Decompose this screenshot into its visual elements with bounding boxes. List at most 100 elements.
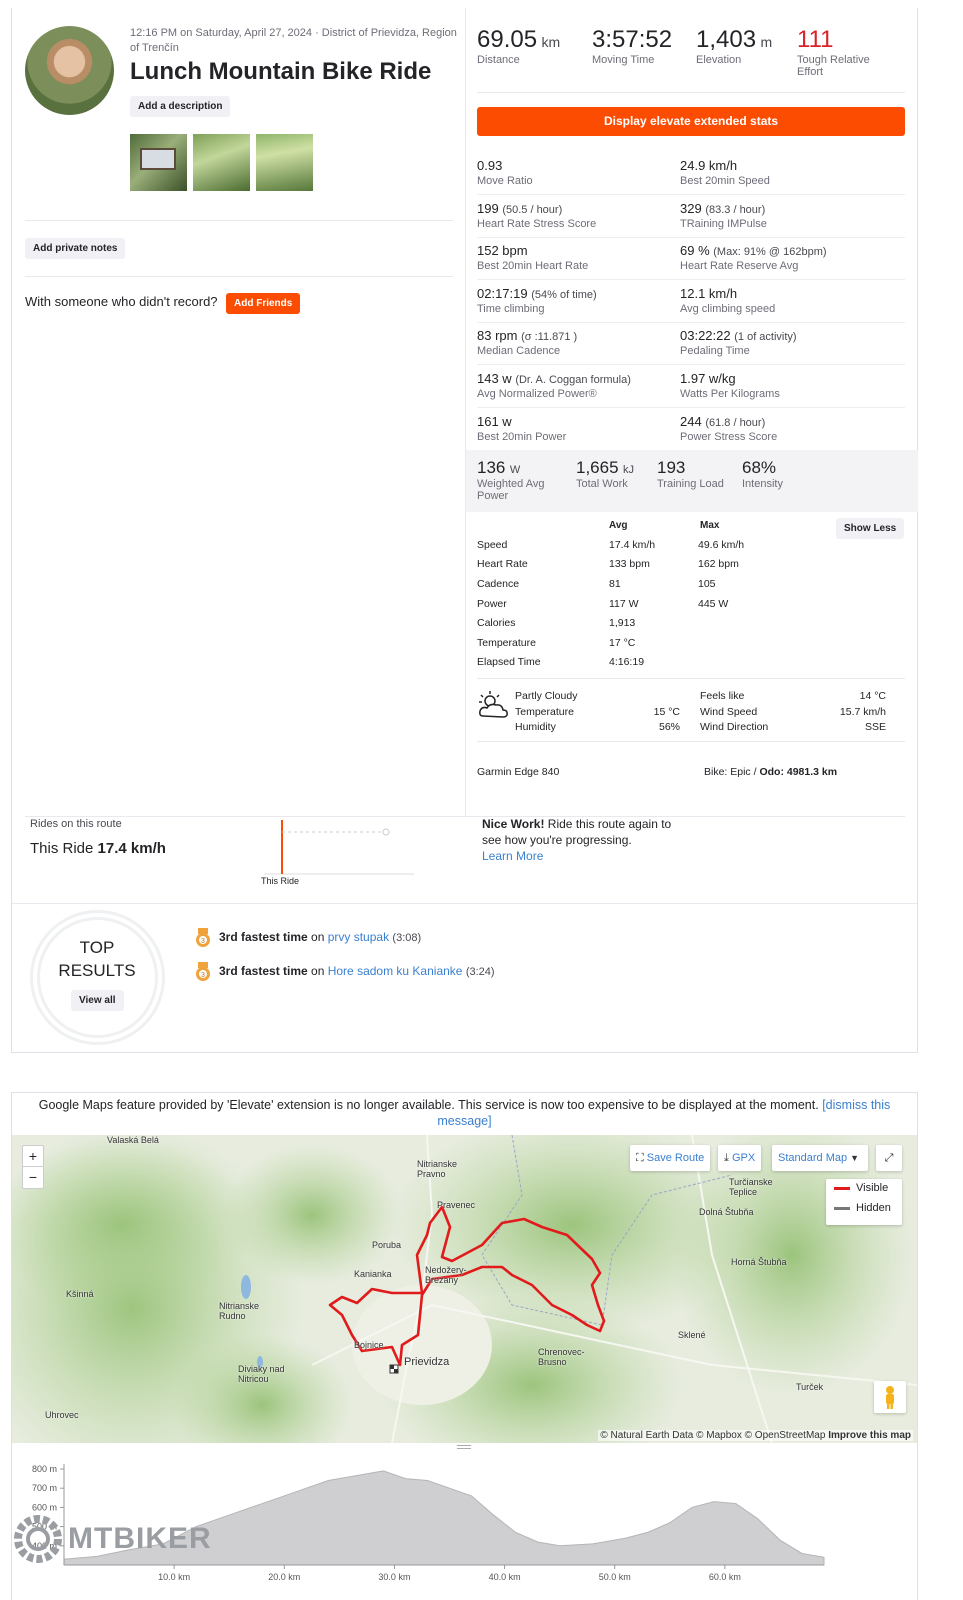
with-someone-text: With someone who didn't record? [25,294,218,309]
x-tick-label: 30.0 km [378,1572,410,1582]
segment-link[interactable]: Hore sadom ku Kanianke [328,964,463,978]
stat-label: Elevation [696,54,742,66]
stat-relative-effort[interactable]: 111 Tough Relative Effort [797,26,887,78]
extended-stat: 1.97 w/kg Watts Per Kilograms [680,371,890,400]
gpx-button[interactable]: ⤓ GPX [718,1145,762,1171]
elevate-extended-stats-button[interactable]: Display elevate extended stats [477,107,905,136]
page-title: Lunch Mountain Bike Ride [130,58,432,85]
photo-thumbnail[interactable] [193,134,250,191]
row-max: 105 [698,577,716,590]
watermark-text: MTBIKER [68,1522,212,1555]
row-max [698,613,788,633]
add-friends-button[interactable]: Add Friends [226,293,301,314]
street-view-pegman-icon[interactable] [874,1381,906,1413]
map-place-label: Uhrovec [45,1410,79,1420]
weather-humidity-value: 56% [658,721,680,733]
stat-label: Weighted Avg Power [477,478,545,502]
bike-info: Bike: Epic / Odo: 4981.3 km [704,766,837,778]
row-name: Temperature [477,636,536,649]
segment-link[interactable]: prvy stupak [328,930,389,944]
row-name: Heart Rate [477,558,528,571]
stat-value: 111 [797,26,834,53]
map-place-label: Turčianske Teplice [729,1177,773,1197]
table-row: Cadence 81 105 [477,574,788,594]
stat-value: 3:57:52 [592,26,673,53]
show-less-button[interactable]: Show Less [836,518,905,539]
save-route-button[interactable]: ⛶ Save Route [630,1145,711,1171]
x-tick-label: 40.0 km [489,1572,521,1582]
medal-icon: 3 [195,962,211,982]
extended-stat-value: 02:17:19 (54% of time) [477,285,597,301]
route-this-ride-label: This Ride [30,840,94,857]
map-place-label: Poruba [372,1240,402,1250]
route-this-ride: This Ride 17.4 km/h [30,840,166,857]
nice-work-text: Nice Work! Ride this route again to see … [482,816,672,864]
extended-stat-label: Best 20min Speed [680,175,770,187]
extended-stat-value: 199 (50.5 / hour) [477,200,563,216]
extended-stat: 0.93 Move Ratio [477,158,687,187]
map-attribution: © Natural Earth Data © Mapbox © OpenStre… [598,1430,913,1441]
row-max: 162 bpm [698,558,739,571]
weather-dir-label: Wind Direction [700,721,769,733]
route-speed: 17.4 km/h [97,840,166,857]
improve-map-link[interactable]: Improve this map [828,1430,911,1441]
avatar[interactable] [25,26,114,115]
extended-stats-row: 199 (50.5 / hour) Heart Rate Stress Score… [477,195,905,238]
avg-header: Avg [609,520,628,531]
photo-thumbnail[interactable] [256,134,313,191]
stat-intensity: 68% Intensity [742,458,783,490]
map-style-select[interactable]: Standard Map ▼ [772,1145,868,1171]
achievement-item: 3 3rd fastest time on prvy stupak (3:08) [195,928,421,948]
add-private-notes-button[interactable]: Add private notes [25,238,126,259]
extended-stat-value: 143 w (Dr. A. Coggan formula) [477,371,631,386]
stat-label: Distance [477,54,520,66]
extended-stat: 244 (61.8 / hour) Power Stress Score [680,414,890,443]
extended-stat: 12.1 km/h Avg climbing speed [680,286,890,315]
zoom-in-button[interactable]: + [23,1146,43,1167]
stat-weighted-avg-power: 136 W Weighted Avg Power [477,458,567,502]
row-name: Speed [477,538,508,551]
extended-stat-label: Avg Normalized Power® [477,388,597,400]
extended-stat: 02:17:19 (54% of time) Time climbing [477,286,687,315]
y-tick-label: 700 m [32,1483,57,1493]
legend-visible-label: Visible [856,1182,889,1194]
photo-thumbnail[interactable] [130,134,187,191]
learn-more-link[interactable]: Learn More [482,849,543,863]
x-tick-label: 60.0 km [709,1572,741,1582]
extended-stat-value: 24.9 km/h [680,158,738,173]
row-avg: 133 bpm [609,558,650,571]
map-place-label: Chrenovec-Brusno [538,1347,585,1367]
map-notice: Google Maps feature provided by 'Elevate… [22,1097,907,1129]
extended-stats-row: 161 w Best 20min Power 244 (61.8 / hour) P… [477,408,905,451]
save-route-label: Save Route [646,1152,705,1164]
extended-stats-row: 02:17:19 (54% of time) Time climbing 12.1 … [477,280,905,323]
extended-stat: 329 (83.3 / hour) TRaining IMPulse [680,201,890,230]
extended-stat-label: Pedaling Time [680,345,750,358]
map-legend: Visible Hidden [826,1179,902,1225]
zoom-out-button[interactable]: − [23,1167,43,1188]
map-place-label: Nitrianske Pravno [417,1159,458,1179]
bike-odo: Odo: 4981.3 km [759,766,838,778]
table-row: Speed 17.4 km/h 49.6 km/h [477,535,788,555]
stat-value: 193 [657,458,686,477]
row-max: 49.6 km/h [698,538,745,551]
map-view[interactable]: Valaská Belá Nitrianske Pravno Pravenec Tur… [12,1135,917,1443]
achievement-time: (3:08) [392,932,422,945]
map-place-label: Dolná Štubňa [699,1207,754,1217]
weather-humidity-label: Humidity [515,721,556,733]
weather-wind-label: Wind Speed [700,706,758,718]
download-icon: ⤓ [724,1152,729,1164]
stat-value: 1,403 [696,26,757,53]
stat-label: Tough Relative Effort [797,54,870,78]
extended-stats-row: 83 rpm (σ :11.871 ) Median Cadence 03:22:2… [477,322,905,366]
view-all-button[interactable]: View all [71,990,124,1011]
fullscreen-button[interactable]: ⤢ [876,1145,902,1171]
extended-stat-value: 329 (83.3 / hour) [680,200,766,216]
add-description-button[interactable]: Add a description [130,96,231,117]
map-place-label: Turček [796,1382,824,1392]
extended-stat-label: Heart Rate Reserve Avg [680,260,799,273]
mtbiker-logo-icon [14,1515,62,1563]
extended-stat-value: 69 % (Max: 91% @ 162bpm) [680,243,827,259]
table-row: Elapsed Time 4:16:19 [477,653,788,673]
finish-flag-icon [389,1364,399,1374]
